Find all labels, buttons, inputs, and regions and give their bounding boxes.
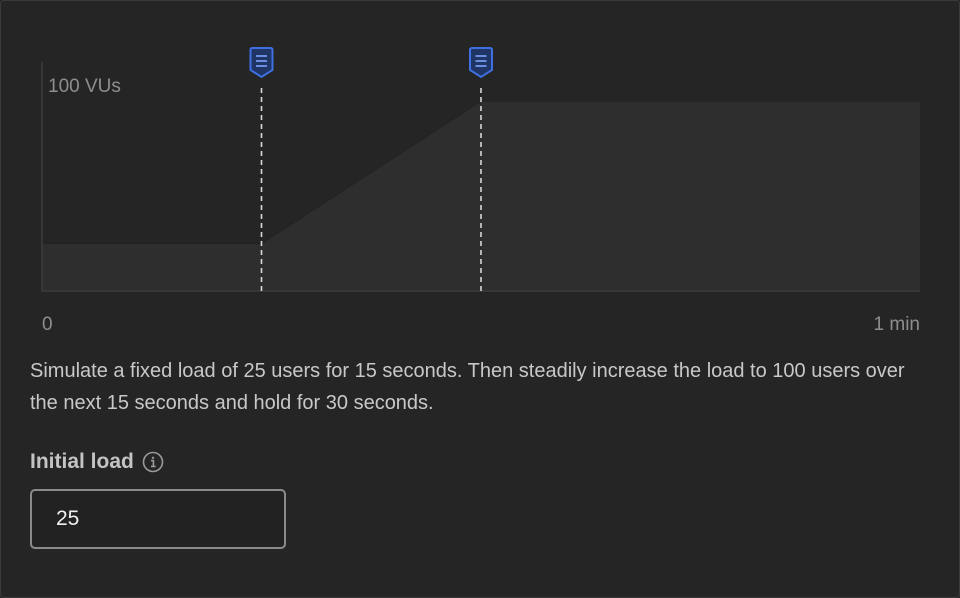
- load-chart: 100 VUs: [41, 47, 920, 292]
- x-axis-start-label: 0: [42, 314, 53, 335]
- y-axis-max-label: 100 VUs: [48, 76, 121, 97]
- stage-marker-icon: [249, 47, 274, 79]
- load-profile-description: Simulate a fixed load of 25 users for 15…: [30, 360, 905, 414]
- initial-load-label-row: Initial load: [30, 450, 164, 474]
- stage-marker-icon: [469, 47, 493, 79]
- info-icon[interactable]: [142, 451, 164, 473]
- initial-load-input[interactable]: [30, 489, 286, 549]
- x-axis-end-label: 1 min: [873, 314, 920, 335]
- initial-load-label: Initial load: [30, 450, 134, 473]
